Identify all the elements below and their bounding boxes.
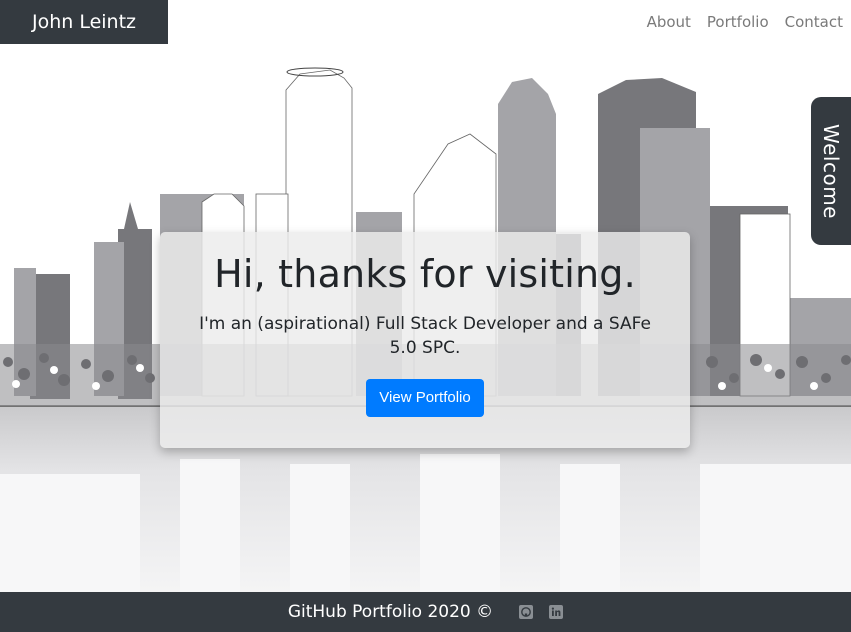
brand-logo[interactable]: John Leintz xyxy=(0,0,168,44)
github-icon[interactable] xyxy=(519,605,534,619)
intro-card: Hi, thanks for visiting. I'm an (aspirat… xyxy=(160,232,690,448)
footer-text: GitHub Portfolio 2020 © xyxy=(287,602,494,622)
nav-links: About Portfolio Contact xyxy=(647,0,843,44)
welcome-tab[interactable]: Welcome xyxy=(811,97,851,245)
view-portfolio-button[interactable]: View Portfolio xyxy=(366,379,484,417)
hero-subheading: I'm an (aspirational) Full Stack Develop… xyxy=(199,314,651,358)
navbar: John Leintz About Portfolio Contact xyxy=(0,0,851,44)
linkedin-icon[interactable] xyxy=(549,605,564,619)
footer: GitHub Portfolio 2020 © xyxy=(0,592,851,632)
hero-heading: Hi, thanks for visiting. xyxy=(214,252,636,296)
nav-link-portfolio[interactable]: Portfolio xyxy=(707,13,769,31)
nav-link-contact[interactable]: Contact xyxy=(785,13,843,31)
footer-social-links xyxy=(519,605,564,619)
nav-link-about[interactable]: About xyxy=(647,13,691,31)
welcome-tab-label: Welcome xyxy=(819,123,843,219)
